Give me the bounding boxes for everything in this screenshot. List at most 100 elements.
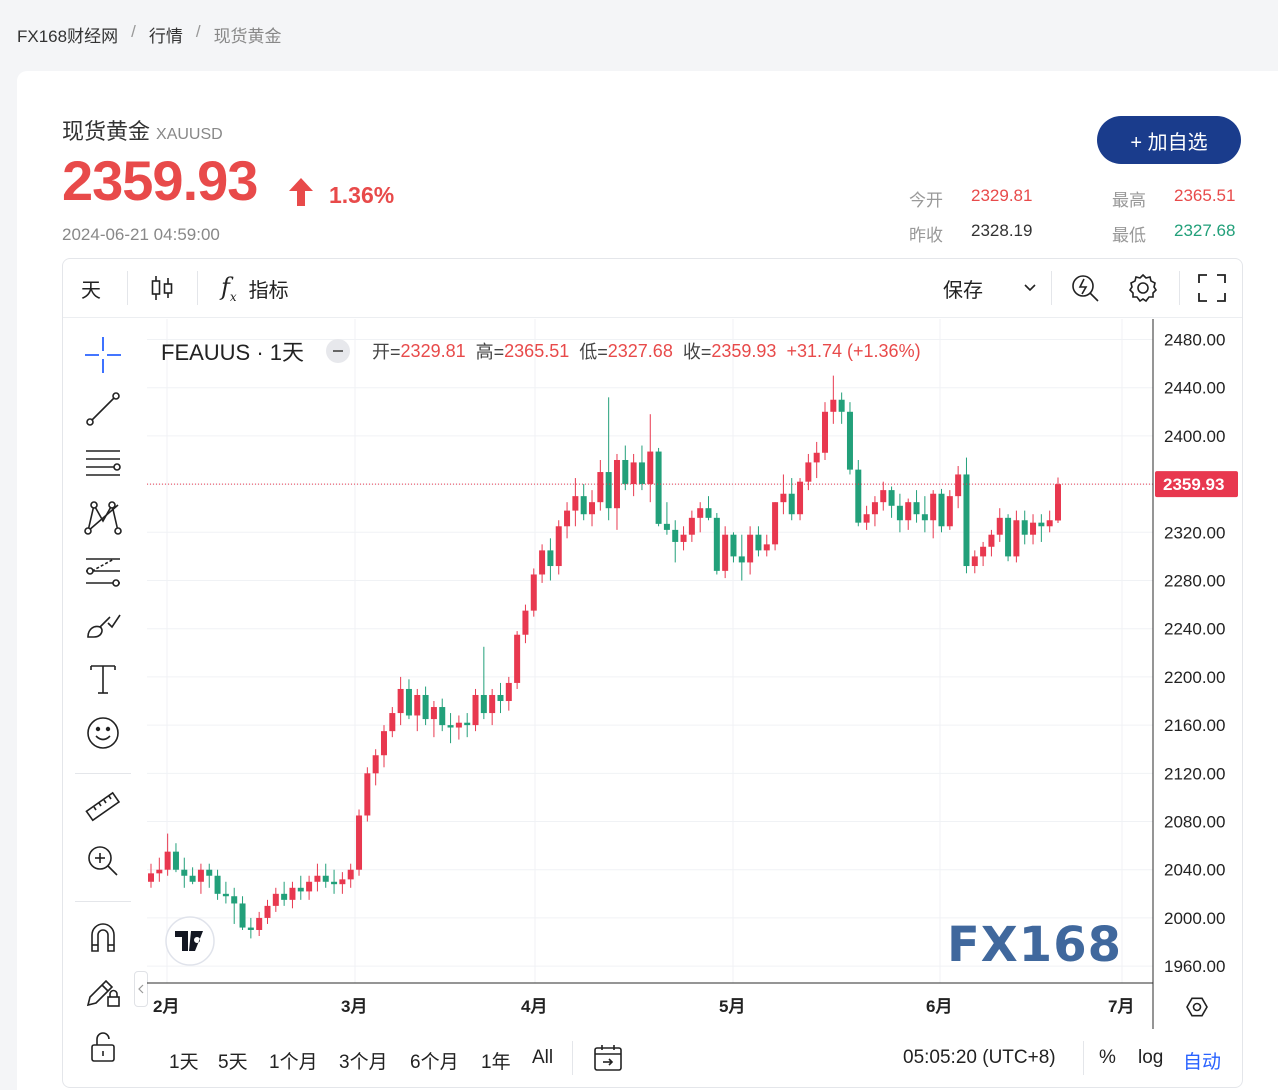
candle-body (172, 851, 179, 870)
crosshair-icon (85, 337, 121, 373)
goto-date-button[interactable] (593, 1043, 623, 1078)
add-watchlist-button[interactable]: + 加自选 (1097, 116, 1241, 164)
range-toolbar: 1天 5天 1个月 3个月 6个月 1年 All 05:05:20 (UTC+8… (63, 1029, 1242, 1087)
trendline-tool[interactable] (81, 387, 125, 431)
time-tick-label: 2月 (153, 997, 179, 1016)
candle-body (597, 472, 604, 503)
candle-body (447, 725, 454, 728)
measure-tool[interactable] (81, 785, 125, 829)
candle-body (755, 534, 762, 551)
candle-body (780, 493, 787, 503)
save-button[interactable]: 保存 (943, 259, 1037, 317)
range-1m[interactable]: 1个月 (269, 1047, 318, 1074)
text-tool[interactable] (81, 657, 125, 701)
emoji-tool[interactable] (81, 711, 125, 755)
candle-body (605, 472, 612, 509)
change-percent: 1.36% (329, 182, 395, 208)
breadcrumb-separator: / (195, 22, 201, 41)
candle-body (289, 887, 296, 900)
chart-toolbar: 天 fx 指标 保存 (63, 259, 1242, 318)
price-chart[interactable]: FX1682480.002440.002400.002360.002320.00… (147, 319, 1242, 1029)
price-tick-label: 2040.00 (1164, 861, 1225, 880)
brush-tool[interactable] (81, 603, 125, 647)
candle-body (888, 490, 895, 506)
candle-body (214, 875, 221, 894)
axis-settings-icon-center (1192, 1002, 1202, 1012)
price-tick-label: 2160.00 (1164, 716, 1225, 735)
candle-body (855, 469, 862, 523)
magnet-tool[interactable] (81, 915, 125, 959)
crosshair-tool[interactable] (81, 333, 125, 377)
instrument-name: 现货黄金 (62, 119, 151, 144)
breadcrumb-market[interactable]: 行情 (149, 22, 183, 47)
open-label: 今开 (909, 191, 943, 210)
candle-body (514, 634, 521, 683)
candle-body (688, 517, 695, 535)
quick-search-button[interactable] (1069, 259, 1101, 317)
range-6m[interactable]: 6个月 (410, 1047, 459, 1074)
time-tick-label: 6月 (926, 997, 952, 1016)
fx168-watermark-logo: FX168 (947, 917, 1122, 973)
candle-body (622, 459, 629, 485)
time-tick-label: 7月 (1108, 997, 1134, 1016)
indicators-button[interactable]: fx 指标 (221, 259, 289, 317)
legend-change: +31.74 (+1.36%) (786, 340, 921, 361)
pattern-tool[interactable] (81, 495, 125, 539)
projection-tool[interactable] (81, 549, 125, 593)
chevron-down-icon (1024, 284, 1036, 292)
range-5d[interactable]: 5天 (218, 1047, 248, 1074)
smiley-icon (87, 717, 119, 749)
candle-body (988, 534, 995, 547)
log-scale-toggle[interactable]: log (1138, 1047, 1163, 1069)
breadcrumb-home[interactable]: FX168财经网 (17, 22, 118, 47)
range-1d[interactable]: 1天 (169, 1047, 199, 1074)
candle-body (697, 508, 704, 518)
price-tick-label: 2120.00 (1164, 764, 1225, 783)
candle-body (996, 517, 1003, 535)
axis-settings-icon[interactable] (1186, 997, 1208, 1017)
pattern-icon (84, 501, 122, 535)
candle-body (314, 875, 321, 882)
fullscreen-button[interactable] (1197, 259, 1227, 317)
price-tick-label: 2320.00 (1164, 523, 1225, 542)
candle-body (206, 869, 213, 876)
prev-label: 昨收 (909, 226, 943, 245)
current-price: 2359.93 (62, 149, 258, 212)
candle-body (555, 526, 562, 567)
candle-body (564, 510, 571, 527)
brush-icon (87, 614, 121, 638)
zoom-tool[interactable] (81, 839, 125, 883)
save-label: 保存 (943, 279, 983, 302)
candle-body (197, 869, 204, 882)
candle-body (364, 773, 371, 816)
settings-button[interactable] (1127, 259, 1159, 317)
candle-body (580, 496, 587, 515)
clock-timezone[interactable]: 05:05:20 (UTC+8) (903, 1047, 1056, 1069)
interval-selector[interactable]: 天 (81, 259, 101, 317)
candle-type-button[interactable] (149, 259, 175, 317)
candle-body (297, 887, 304, 892)
candle-body (547, 550, 554, 567)
pencil-lock-icon (86, 979, 120, 1007)
auto-scale-toggle[interactable]: 自动 (1183, 1047, 1221, 1074)
candle-body (1030, 522, 1037, 535)
legend-close-label: 收= (682, 342, 712, 362)
candle-body (730, 534, 737, 557)
range-3m[interactable]: 3个月 (339, 1047, 388, 1074)
candle-body (871, 502, 878, 515)
collapse-legend-button[interactable] (326, 339, 351, 363)
breadcrumb: FX168财经网 / 行情 / 现货黄金 (17, 22, 282, 47)
range-all[interactable]: All (532, 1047, 553, 1069)
candle-body (647, 451, 654, 485)
fib-tool[interactable] (81, 441, 125, 485)
range-1y[interactable]: 1年 (481, 1047, 511, 1074)
calendar-goto-icon (594, 1045, 622, 1071)
legend-low-label: 低= (579, 342, 608, 362)
percent-scale-toggle[interactable]: % (1099, 1047, 1116, 1069)
collapse-toolbar-handle[interactable] (134, 971, 148, 1007)
text-icon (90, 665, 116, 694)
indicators-label: 指标 (248, 279, 289, 302)
candle-body (772, 502, 779, 545)
lock-drawing-tool[interactable] (81, 969, 125, 1013)
candle-body (247, 927, 254, 930)
